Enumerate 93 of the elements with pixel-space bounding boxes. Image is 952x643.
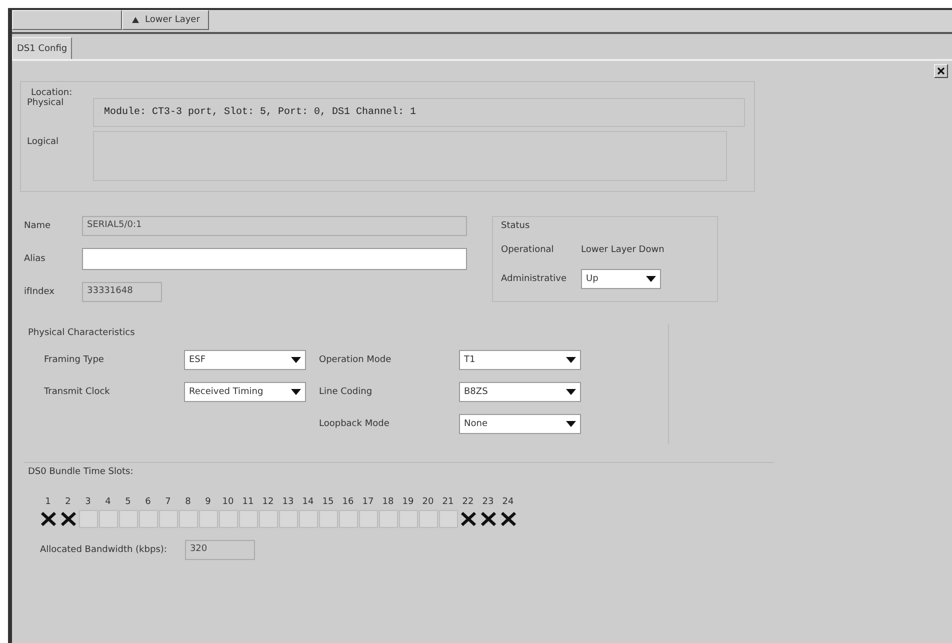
dropdown[interactable]: Received Timing [184,382,306,402]
close-button[interactable] [934,64,948,78]
time-slot-checkbox[interactable] [398,510,418,528]
time-slot-checkbox[interactable] [138,510,158,528]
field-label: Name [24,221,52,231]
time-slot-checkbox[interactable] [318,510,338,528]
name-field: SERIAL5/0:1 [82,216,467,236]
time-slot-checkbox[interactable] [338,510,358,528]
time-slot-checkbox[interactable] [258,510,278,528]
dropdown[interactable]: B8ZS [459,382,581,402]
time-slot-checkbox[interactable] [438,510,458,528]
field-label: Line Coding [319,387,374,397]
dropdown[interactable]: ESF [184,350,306,370]
dropdown-arrow-icon [291,357,301,363]
time-slot-checkbox[interactable] [38,510,58,528]
cross-icon [480,512,496,526]
alias-input[interactable] [82,248,467,270]
field-label: ifIndex [24,287,56,297]
time-slot-checkbox[interactable] [378,510,398,528]
time-slot-checkbox[interactable] [298,510,318,528]
slot-number: 16 [342,497,354,509]
slot-number: 12 [262,497,274,509]
time-slot-checkbox[interactable] [498,510,518,528]
slot-number: 11 [242,497,254,509]
dropdown[interactable]: None [459,414,581,434]
slot-number: 5 [125,497,131,509]
time-slot-checkbox[interactable] [238,510,258,528]
slot-number: 8 [185,497,191,509]
cross-icon [40,512,56,526]
time-slot-checkbox[interactable] [178,510,198,528]
field-label: Transmit Clock [44,387,111,397]
time-slot-checkbox[interactable] [358,510,378,528]
section-title: Physical Characteristics [28,328,135,338]
tab[interactable]: DS1 Config [12,37,72,59]
time-slot-checkbox[interactable] [98,510,118,528]
section-title: DS0 Bundle Time Slots: [28,467,134,477]
slot-number: 9 [205,497,211,509]
section-title: Location: [31,88,74,98]
slot-number: 3 [85,497,91,509]
time-slot-checkbox[interactable] [118,510,138,528]
time-slot-checkbox[interactable] [418,510,438,528]
field-label: Alias [24,254,46,264]
cross-icon [500,512,516,526]
time-slot-checkbox[interactable] [198,510,218,528]
slot-number: 24 [502,497,514,509]
field-label: Administrative [501,274,568,284]
physical-location-field: Module: CT3-3 port, Slot: 5, Port: 0, DS1 Channel: 1 [93,98,745,127]
time-slot-checkbox[interactable] [478,510,498,528]
slot-number: 1 [45,497,51,509]
slot-number: 14 [302,497,314,509]
field-label: Operation Mode [319,355,392,365]
slot-number: 13 [282,497,294,509]
slot-number: 4 [105,497,111,509]
dropdown-arrow-icon [566,421,576,427]
administrative-dropdown[interactable]: Up [581,269,661,289]
slot-number: 10 [222,497,234,509]
time-slot-checkbox[interactable] [78,510,98,528]
dropdown-arrow-icon [566,389,576,395]
dropdown-arrow-icon [291,389,301,395]
dropdown[interactable]: T1 [459,350,581,370]
time-slot-checkbox[interactable] [458,510,478,528]
bandwidth-field: 320 [184,540,255,560]
field-label: Framing Type [44,355,105,365]
close-icon [937,67,945,75]
time-slot-checkbox[interactable] [158,510,178,528]
slot-number: 20 [422,497,434,509]
field-label: Operational [501,245,555,255]
time-slot-checkbox[interactable] [218,510,238,528]
slot-number: 21 [442,497,454,509]
slot-number: 15 [322,497,334,509]
field-label: Allocated Bandwidth (kbps): [40,545,167,555]
section-title: Status [501,221,530,231]
toolbar-button[interactable]: Lower Layer [122,10,209,30]
dropdown-arrow-icon [566,357,576,363]
time-slot-checkbox[interactable] [278,510,298,528]
slot-number: 7 [165,497,171,509]
slot-number: 6 [145,497,151,509]
ifindex-field: 33331648 [82,282,162,302]
status-value: Lower Layer Down [581,245,666,255]
slot-number: 18 [382,497,394,509]
slot-number: 2 [65,497,71,509]
dropdown-arrow-icon [646,276,656,282]
time-slot-checkbox[interactable] [58,510,78,528]
field-label: Loopback Mode [319,419,390,429]
up-arrow-icon [131,16,140,24]
slot-number: 17 [362,497,374,509]
cross-icon [60,512,76,526]
slot-number: 23 [482,497,494,509]
field-label: Physical [27,98,65,110]
cross-icon [460,512,476,526]
slot-number: 19 [402,497,414,509]
slot-number: 22 [462,497,474,509]
field-label: Logical [27,137,60,149]
